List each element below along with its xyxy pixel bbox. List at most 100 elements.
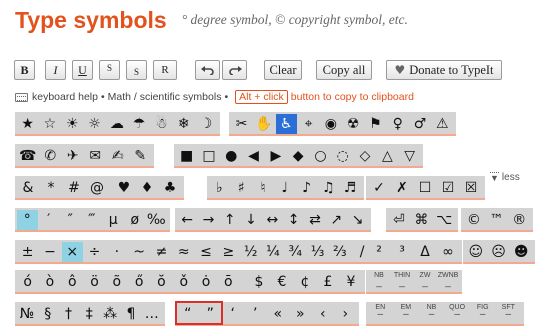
symbol-key[interactable]: ☢: [343, 114, 364, 134]
symbol-key[interactable]: ″: [60, 210, 81, 230]
symbol-key[interactable]: ⚑: [365, 114, 386, 134]
symbol-key[interactable]: ≠: [151, 242, 172, 262]
symbol-key[interactable]: õ: [106, 272, 127, 292]
redo-button[interactable]: [222, 60, 247, 80]
symbol-key[interactable]: @: [86, 178, 108, 198]
symbol-key[interactable]: ←: [177, 210, 197, 230]
keyboard-help-link[interactable]: keyboard help: [32, 91, 98, 103]
symbol-key[interactable]: ◉: [320, 114, 341, 134]
symbol-key[interactable]: #: [63, 178, 85, 198]
symbol-key[interactable]: ○: [310, 146, 331, 166]
symbol-key[interactable]: ▶: [265, 146, 286, 166]
symbol-key[interactable]: ♮: [253, 178, 274, 198]
symbol-key[interactable]: ✆: [40, 146, 62, 166]
symbol-key[interactable]: →: [198, 210, 218, 230]
symbol-key[interactable]: ☽: [195, 114, 216, 134]
symbol-key[interactable]: ▽: [399, 146, 420, 166]
symbol-key[interactable]: ☺: [465, 242, 487, 262]
superscript-button[interactable]: S: [99, 60, 120, 80]
symbol-key[interactable]: «: [267, 304, 289, 324]
symbol-key[interactable]: ò: [39, 272, 60, 292]
symbol-key[interactable]: ✂: [231, 114, 252, 134]
symbol-key[interactable]: ±: [17, 242, 38, 262]
underline-button[interactable]: U: [72, 60, 93, 80]
symbol-key[interactable]: ◇: [354, 146, 375, 166]
symbol-key[interactable]: ¥: [340, 272, 362, 292]
symbol-key[interactable]: ☎: [17, 146, 39, 166]
symbol-key[interactable]: ◌: [332, 146, 353, 166]
symbol-key[interactable]: ō: [218, 272, 239, 292]
symbol-key[interactable]: −: [39, 242, 60, 262]
symbol-key[interactable]: ÷: [84, 242, 105, 262]
symbol-key[interactable]: ☁: [106, 114, 127, 134]
symbol-key[interactable]: ♪: [296, 178, 317, 198]
symbol-key[interactable]: ≥: [218, 242, 239, 262]
symbol-key[interactable]: ZWNB _: [437, 272, 459, 292]
symbol-key[interactable]: ↓: [241, 210, 261, 230]
symbol-key[interactable]: ⁂: [100, 304, 120, 324]
symbol-key[interactable]: ŏ: [151, 272, 172, 292]
symbol-key[interactable]: ✋: [253, 114, 274, 134]
symbol-key[interactable]: ↗: [326, 210, 346, 230]
symbol-key[interactable]: NB –: [419, 304, 444, 324]
symbol-key[interactable]: ∞: [437, 242, 459, 262]
symbol-key[interactable]: ‴: [82, 210, 103, 230]
symbol-key[interactable]: ♩: [274, 178, 295, 198]
copy-all-button[interactable]: Copy all: [316, 60, 372, 80]
symbol-key[interactable]: ❄: [173, 114, 194, 134]
symbol-key[interactable]: ♬: [340, 178, 361, 198]
symbol-key[interactable]: ↘: [347, 210, 367, 230]
symbol-key[interactable]: ²: [368, 242, 390, 262]
symbol-key[interactable]: ★: [17, 114, 38, 134]
symbol-key[interactable]: Δ: [414, 242, 436, 262]
symbol-key[interactable]: ☃: [151, 114, 172, 134]
symbol-key[interactable]: ✉: [85, 146, 107, 166]
bold-button[interactable]: B: [14, 60, 35, 80]
symbol-key[interactable]: ¶: [121, 304, 141, 324]
symbol-key[interactable]: »: [290, 304, 312, 324]
undo-button[interactable]: [195, 60, 220, 80]
symbol-key[interactable]: ¢: [294, 272, 316, 292]
symbol-key[interactable]: ☹: [488, 242, 510, 262]
symbol-key[interactable]: ®: [508, 210, 530, 230]
symbol-key[interactable]: ♦: [136, 178, 158, 198]
symbol-key[interactable]: ’: [245, 304, 267, 324]
symbol-key[interactable]: ☀: [62, 114, 83, 134]
symbol-key[interactable]: ●: [221, 146, 242, 166]
symbol-key[interactable]: №: [17, 304, 37, 324]
symbol-key[interactable]: ⌥: [433, 210, 455, 230]
symbol-key[interactable]: ⇄: [305, 210, 325, 230]
symbol-key[interactable]: ő: [129, 272, 150, 292]
symbol-key[interactable]: ~: [129, 242, 150, 262]
symbol-key[interactable]: ◆: [288, 146, 309, 166]
symbol-key[interactable]: ≤: [195, 242, 216, 262]
symbol-key[interactable]: ô: [62, 272, 83, 292]
symbol-key[interactable]: ☻: [510, 242, 532, 262]
symbol-key[interactable]: ø: [125, 210, 146, 230]
symbol-key[interactable]: ‘: [222, 304, 244, 324]
symbol-key[interactable]: ☑: [437, 178, 459, 198]
symbol-key[interactable]: ✎: [130, 146, 152, 166]
symbol-key[interactable]: ♿: [275, 114, 297, 134]
symbol-key[interactable]: ¼: [262, 242, 283, 262]
symbol-key[interactable]: ♣: [159, 178, 181, 198]
subscript-button[interactable]: S: [126, 60, 147, 80]
symbol-key[interactable]: ǒ: [173, 272, 194, 292]
symbol-key[interactable]: ♂: [409, 114, 430, 134]
symbol-key[interactable]: ⚠: [432, 114, 453, 134]
symbol-key[interactable]: ◀: [243, 146, 264, 166]
symbol-key[interactable]: ZW _: [414, 272, 436, 292]
symbol-key[interactable]: ☐: [414, 178, 436, 198]
symbol-key[interactable]: ✗: [391, 178, 413, 198]
symbol-key[interactable]: EN –: [368, 304, 393, 324]
symbol-key[interactable]: NB _: [368, 272, 390, 292]
donate-button[interactable]: ♥ Donate to TypeIt: [386, 60, 502, 80]
symbol-key[interactable]: ≈: [173, 242, 194, 262]
symbol-key[interactable]: †: [59, 304, 79, 324]
symbol-key[interactable]: ™: [486, 210, 508, 230]
symbol-key[interactable]: ✍: [107, 146, 129, 166]
symbol-key[interactable]: ‡: [79, 304, 99, 324]
clear-button[interactable]: Clear: [264, 60, 302, 80]
symbol-key[interactable]: ⅓: [307, 242, 328, 262]
symbol-key[interactable]: $: [248, 272, 270, 292]
